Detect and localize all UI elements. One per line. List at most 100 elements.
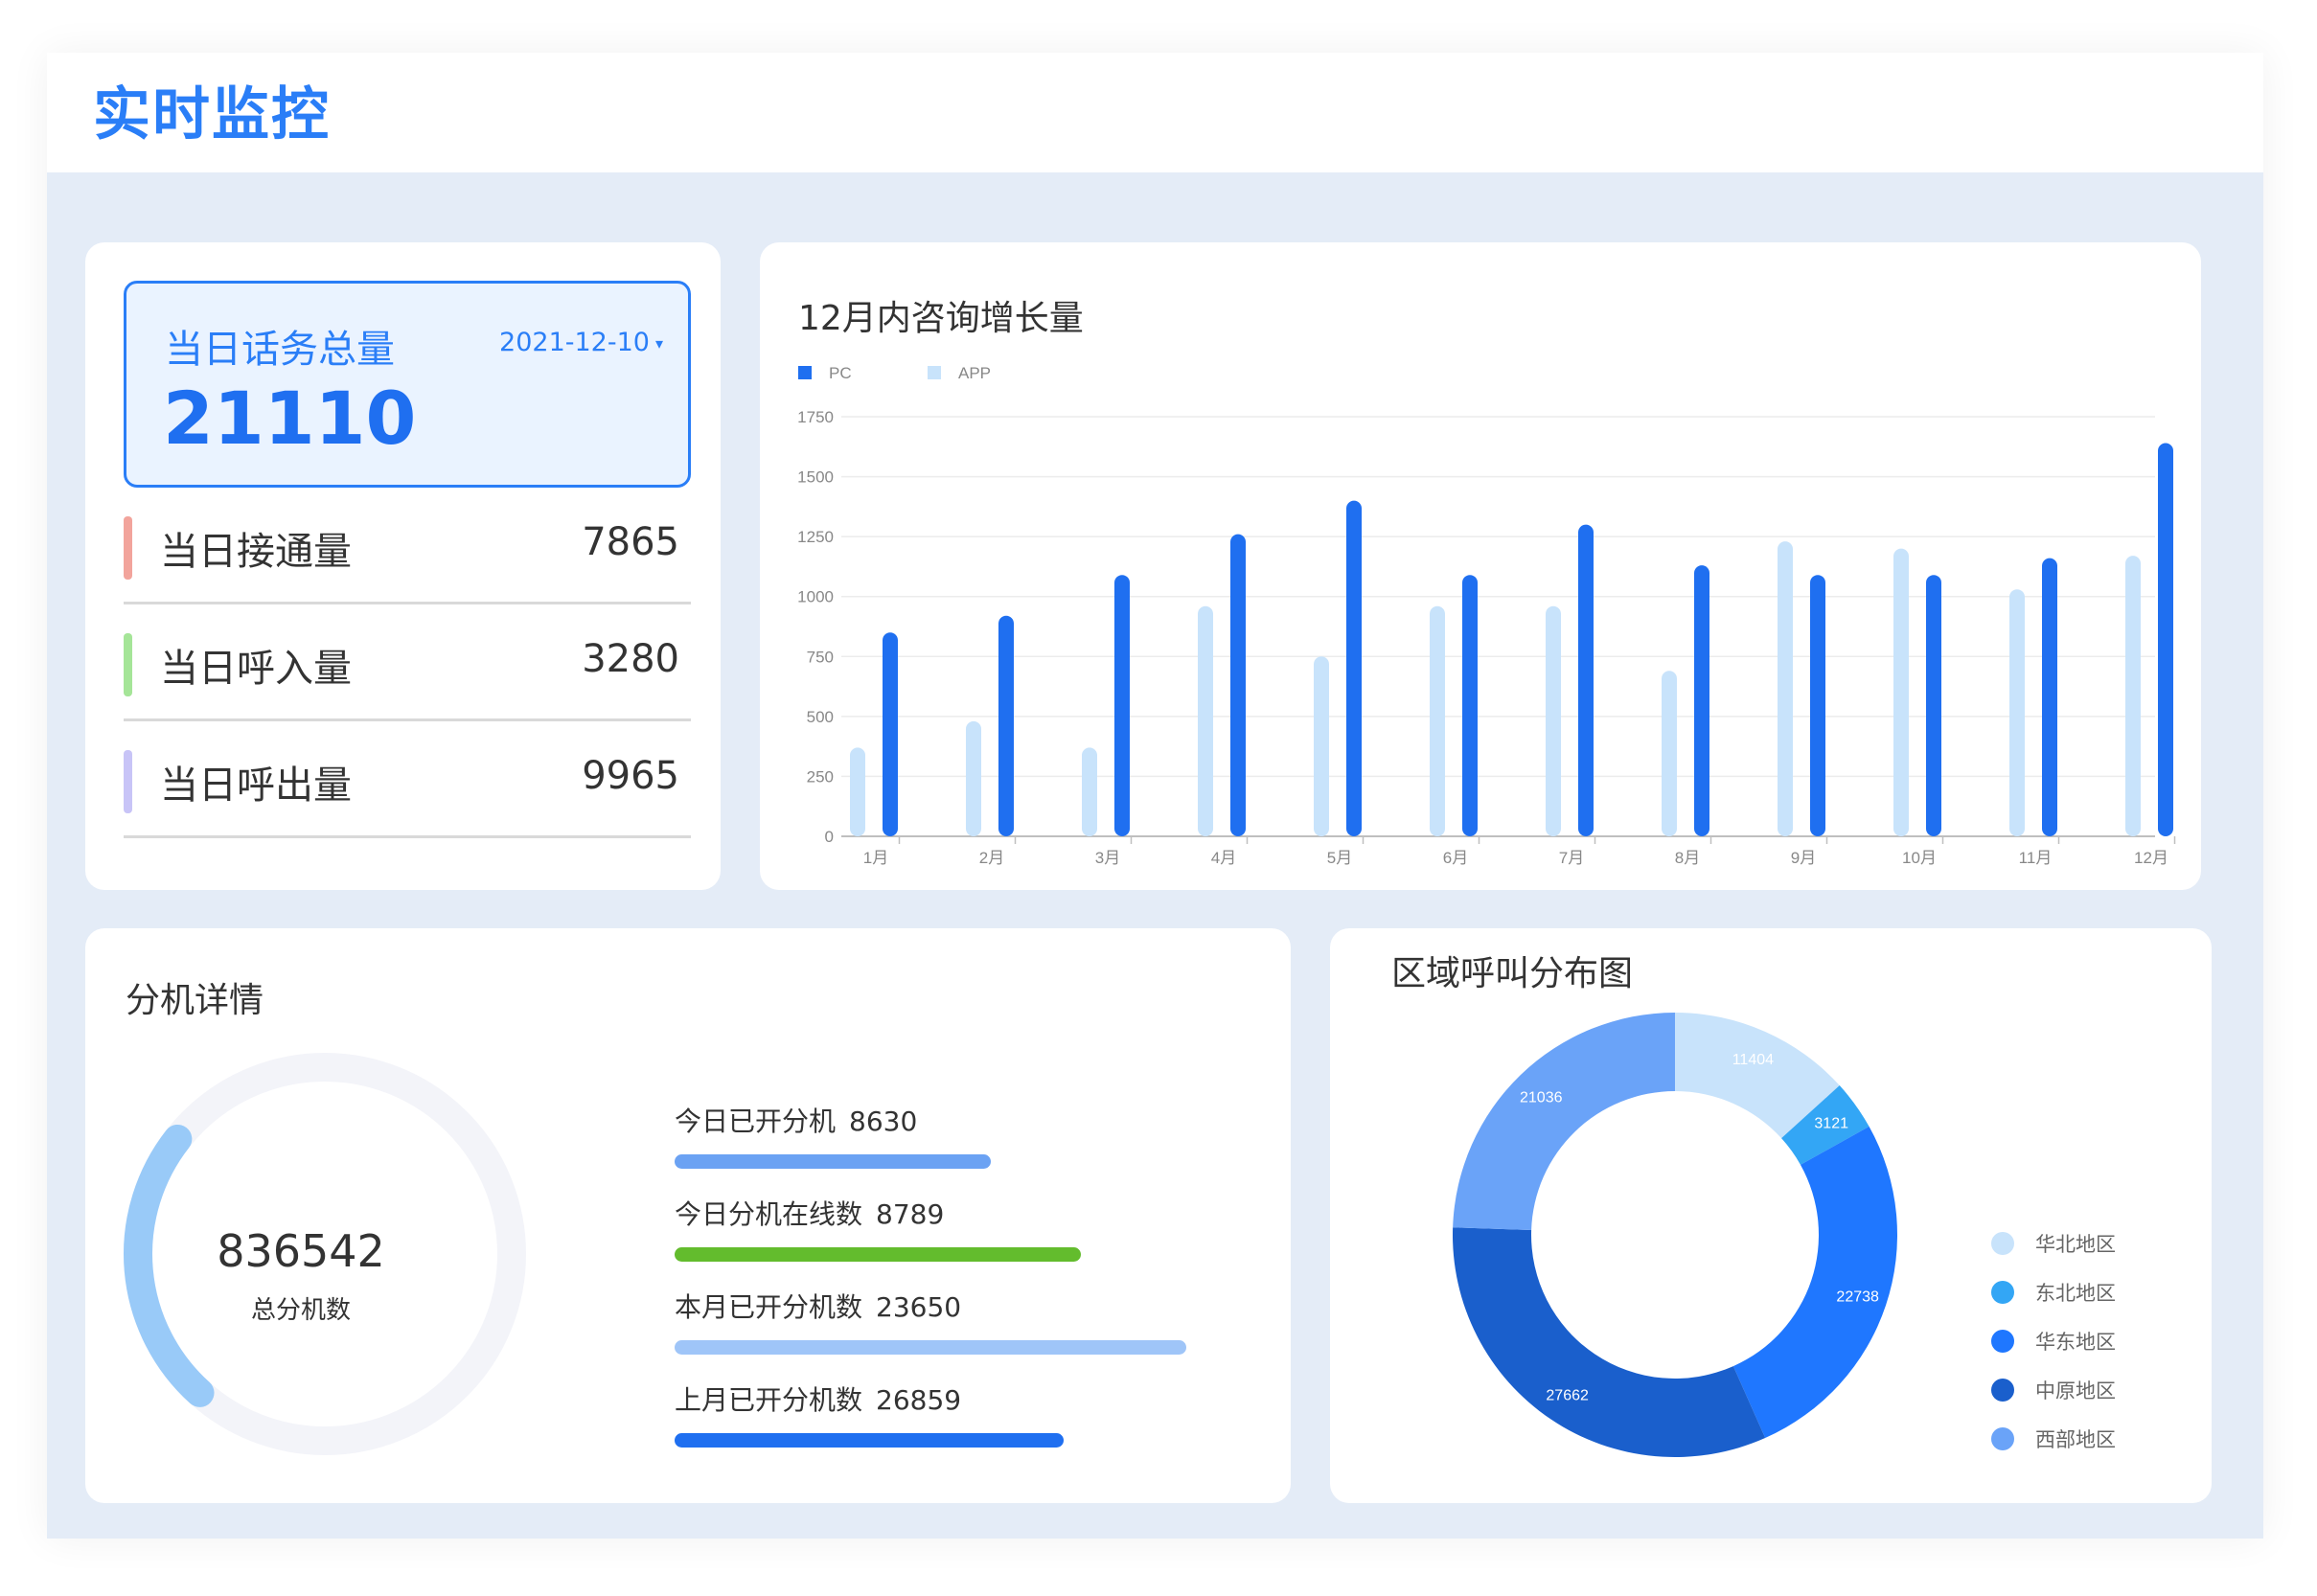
- y-tick-label: 500: [807, 708, 834, 726]
- total-calls-box: 当日话务总量 2021-12-10 ▾ 21110: [124, 281, 691, 488]
- extension-progress-bar: [675, 1247, 1081, 1262]
- slice-label: 3121: [1814, 1116, 1848, 1132]
- extension-item-opened-last-month: 上月已开分机数 26859: [675, 1379, 1064, 1448]
- bar-app: [1430, 605, 1445, 836]
- slice-label: 11404: [1732, 1052, 1774, 1068]
- date-value: 2021-12-10: [499, 328, 650, 357]
- stat-row-inbound: 当日呼入量 3280: [124, 604, 691, 721]
- extension-item-value: 8630: [849, 1106, 918, 1137]
- legend-label: APP: [958, 364, 991, 382]
- total-extensions-label: 总分机数: [250, 1296, 351, 1325]
- bar-pc: [998, 615, 1014, 836]
- stat-marker: [124, 750, 132, 813]
- legend-dot: [1991, 1330, 2014, 1353]
- bar-pc: [883, 632, 898, 836]
- legend-dot: [1991, 1427, 2014, 1450]
- slice-label: 21036: [1520, 1090, 1563, 1106]
- y-tick-label: 750: [807, 648, 834, 666]
- x-tick-label: 1月: [863, 849, 888, 867]
- legend-label: 东北地区: [2035, 1282, 2116, 1305]
- legend-label: 华东地区: [2035, 1331, 2116, 1354]
- y-tick-label: 0: [825, 828, 834, 846]
- stat-label: 当日呼出量: [160, 764, 352, 808]
- legend-label: PC: [829, 364, 852, 382]
- bar-app: [1778, 541, 1793, 836]
- legend-label: 华北地区: [2035, 1233, 2116, 1256]
- region-distribution-card: 区域呼叫分布图 11404 3121 22738 27662 21036 华北地区 东北…: [1330, 928, 2212, 1503]
- x-tick-label: 11月: [2019, 849, 2053, 867]
- stat-label: 当日接通量: [160, 530, 352, 574]
- extension-item-opened-today: 今日已开分机 8630: [675, 1101, 991, 1169]
- bar-app: [2125, 556, 2141, 836]
- legend-label: 西部地区: [2035, 1428, 2116, 1451]
- stat-marker: [124, 516, 132, 580]
- x-tick-label: 12月: [2134, 849, 2168, 867]
- legend-label: 中原地区: [2035, 1379, 2116, 1402]
- stat-label: 当日呼入量: [160, 647, 352, 691]
- extension-item-label: 今日分机在线数: [675, 1198, 863, 1230]
- stat-row-connected: 当日接通量 7865: [124, 488, 691, 604]
- legend-swatch: [928, 366, 941, 379]
- x-tick-label: 2月: [979, 849, 1004, 867]
- extension-progress-bar: [675, 1433, 1064, 1448]
- legend-dot: [1991, 1379, 2014, 1402]
- stat-marker: [124, 633, 132, 696]
- extension-item-online-today: 今日分机在线数 8789: [675, 1194, 1081, 1262]
- x-tick-label: 4月: [1211, 849, 1236, 867]
- growth-chart-card: 12月内咨询增长量 PC APP 0 250 500 750 1000 1250 1500 175…: [760, 242, 2201, 890]
- bar-app: [1893, 548, 1909, 836]
- extension-item-value: 23650: [876, 1291, 962, 1323]
- bar-pc: [1810, 575, 1825, 836]
- bar-pc: [1114, 575, 1130, 836]
- slice-label: 27662: [1546, 1388, 1589, 1404]
- bar-pc: [1578, 524, 1594, 836]
- extension-item-label: 今日已开分机: [675, 1106, 837, 1137]
- x-tick-label: 5月: [1327, 849, 1352, 867]
- bar-app: [2009, 589, 2025, 836]
- page-title: 实时监控: [93, 81, 331, 148]
- y-tick-label: 1250: [797, 528, 834, 546]
- donut-slice: [1453, 1227, 1766, 1457]
- x-tick-label: 7月: [1559, 849, 1584, 867]
- bar-app: [1198, 605, 1213, 836]
- extension-progress-bar: [675, 1340, 1186, 1355]
- legend-dot: [1991, 1281, 2014, 1304]
- y-tick-label: 250: [807, 767, 834, 786]
- date-picker[interactable]: 2021-12-10 ▾: [499, 328, 663, 357]
- bar-app: [850, 747, 865, 836]
- x-tick-label: 9月: [1791, 849, 1816, 867]
- bar-app: [1546, 605, 1561, 836]
- bar-pc: [2042, 558, 2057, 836]
- stat-value: 7865: [582, 520, 679, 564]
- legend-dot: [1991, 1232, 2014, 1255]
- bar-pc: [1694, 565, 1709, 836]
- total-calls-label: 当日话务总量: [165, 328, 395, 372]
- bar-pc: [1230, 534, 1246, 836]
- bar-pc: [1346, 500, 1362, 836]
- x-tick-label: 8月: [1675, 849, 1700, 867]
- extension-item-label: 本月已开分机数: [675, 1291, 863, 1323]
- x-tick-label: 10月: [1902, 849, 1937, 867]
- extension-item-label: 上月已开分机数: [675, 1384, 863, 1416]
- bar-pc: [1462, 575, 1478, 836]
- bar-chart: PC APP 0 250 500 750 1000 1250 1500 1750 1月 2月 3月 4月 5…: [797, 364, 2176, 867]
- extension-title: 分机详情: [126, 981, 264, 1020]
- caret-down-icon: ▾: [654, 334, 663, 353]
- y-tick-label: 1000: [797, 588, 834, 606]
- bar-app: [1082, 747, 1097, 836]
- bar-app: [1662, 671, 1677, 836]
- call-summary-card: 当日话务总量 2021-12-10 ▾ 21110 当日接通量 7865 当日呼入…: [85, 242, 721, 890]
- donut-slice: [1453, 1013, 1675, 1231]
- x-tick-label: 6月: [1443, 849, 1468, 867]
- bar-app: [966, 720, 981, 836]
- donut-slice: [1732, 1126, 1897, 1439]
- extension-details-card: 分机详情 836542 总分机数 今日已开分机 8630 今日分机在线数 8789 …: [85, 928, 1291, 1503]
- region-donut-chart: 11404 3121 22738 27662 21036: [1453, 1013, 1897, 1457]
- bar-pc: [1926, 575, 1941, 836]
- extension-item-value: 8789: [876, 1198, 945, 1230]
- legend-swatch: [798, 366, 812, 379]
- extension-item-opened-month: 本月已开分机数 23650: [675, 1287, 1186, 1355]
- extension-progress-bar: [675, 1154, 991, 1169]
- y-tick-label: 1750: [797, 408, 834, 426]
- x-tick-label: 3月: [1095, 849, 1120, 867]
